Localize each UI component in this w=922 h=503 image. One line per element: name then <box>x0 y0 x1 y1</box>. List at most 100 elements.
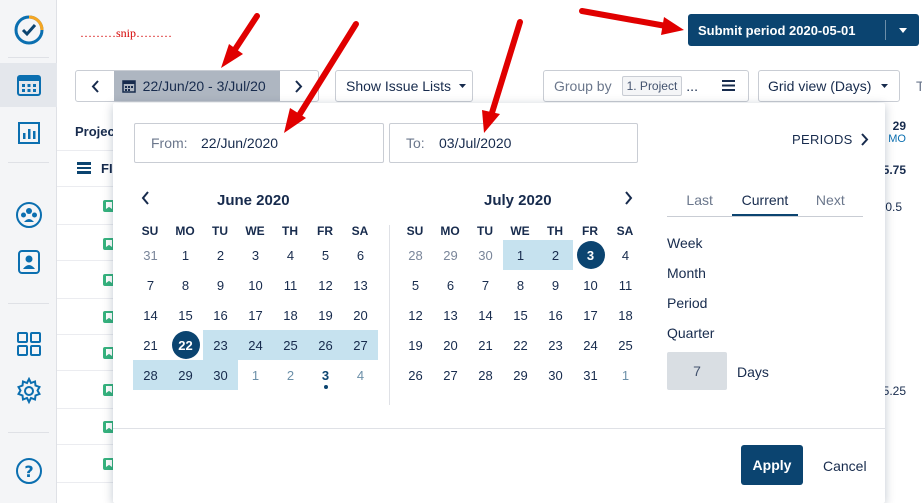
calendar-day[interactable]: 30 <box>203 360 238 390</box>
calendar-day[interactable]: 20 <box>343 300 378 330</box>
to-date-field[interactable]: To: 03/Jul/2020 <box>389 123 638 163</box>
calendar-day[interactable]: 2 <box>273 360 308 390</box>
calendar-day[interactable]: 23 <box>203 330 238 360</box>
calendar-day[interactable]: 5 <box>398 270 433 300</box>
calendar-day[interactable]: 17 <box>573 300 608 330</box>
tab-next[interactable]: Next <box>798 189 863 216</box>
calendar-day[interactable]: 15 <box>168 300 203 330</box>
logo-check-icon[interactable] <box>0 8 57 52</box>
calendar-day[interactable]: 1 <box>168 240 203 270</box>
help-icon[interactable]: ? <box>0 449 57 493</box>
team-icon[interactable] <box>0 193 57 237</box>
calendar-day[interactable]: 26 <box>308 330 343 360</box>
calendar-day[interactable]: 6 <box>433 270 468 300</box>
calendar-day[interactable]: 12 <box>398 300 433 330</box>
calendar-day[interactable]: 21 <box>133 330 168 360</box>
calendar-day[interactable]: 16 <box>203 300 238 330</box>
calendar-day[interactable]: 24 <box>573 330 608 360</box>
calendar-day[interactable]: 2 <box>538 240 573 270</box>
calendar-day[interactable]: 8 <box>503 270 538 300</box>
period-option-month[interactable]: Month <box>667 265 706 281</box>
calendar-day[interactable]: 31 <box>573 360 608 390</box>
from-date-value[interactable]: 22/Jun/2020 <box>201 135 278 151</box>
calendar-day[interactable]: 6 <box>343 240 378 270</box>
calendar-day[interactable]: 2 <box>203 240 238 270</box>
calendar-day[interactable]: 29 <box>433 240 468 270</box>
calendar-day[interactable]: 11 <box>608 270 643 300</box>
calendar-day[interactable]: 21 <box>468 330 503 360</box>
calendar-day[interactable]: 30 <box>538 360 573 390</box>
calendar-day[interactable]: 14 <box>468 300 503 330</box>
calendar-day[interactable]: 28 <box>398 240 433 270</box>
calendar-day[interactable]: 27 <box>433 360 468 390</box>
apps-grid-icon[interactable] <box>0 322 57 366</box>
period-option-period[interactable]: Period <box>667 295 707 311</box>
submit-period-button[interactable]: Submit period 2020-05-01 <box>688 14 919 46</box>
cancel-button[interactable]: Cancel <box>823 458 867 474</box>
calendar-day[interactable]: 15 <box>503 300 538 330</box>
calendar-day[interactable]: 27 <box>343 330 378 360</box>
report-icon[interactable] <box>0 111 57 155</box>
period-option-week[interactable]: Week <box>667 235 703 251</box>
gear-icon[interactable] <box>0 369 57 413</box>
next-month-button[interactable] <box>624 191 633 210</box>
calendar-day[interactable]: 7 <box>468 270 503 300</box>
grid-view-dropdown[interactable]: Grid view (Days) <box>758 70 900 102</box>
calendar-day[interactable]: 3 <box>573 240 608 270</box>
calendar-day[interactable]: 1 <box>503 240 538 270</box>
calendar-day[interactable]: 4 <box>343 360 378 390</box>
calendar-day[interactable]: 13 <box>433 300 468 330</box>
calendar-day[interactable]: 28 <box>468 360 503 390</box>
tab-current[interactable]: Current <box>732 189 798 216</box>
calendar-day[interactable]: 28 <box>133 360 168 390</box>
next-range-button[interactable] <box>280 71 318 101</box>
to-date-value[interactable]: 03/Jul/2020 <box>439 135 511 151</box>
calendar-day[interactable]: 30 <box>468 240 503 270</box>
from-date-field[interactable]: From: 22/Jun/2020 <box>134 123 384 163</box>
calendar-day[interactable]: 22 <box>168 330 203 360</box>
calendar-day[interactable]: 18 <box>273 300 308 330</box>
calendar-day[interactable]: 31 <box>133 240 168 270</box>
calendar-day[interactable]: 29 <box>503 360 538 390</box>
previous-month-button[interactable] <box>141 191 150 210</box>
period-option-quarter[interactable]: Quarter <box>667 325 714 341</box>
calendar-day[interactable]: 1 <box>238 360 273 390</box>
calendar-day[interactable]: 22 <box>503 330 538 360</box>
group-by-control[interactable]: Group by 1. Project ... <box>543 70 749 102</box>
calendar-day[interactable]: 19 <box>308 300 343 330</box>
calendar-day[interactable]: 23 <box>538 330 573 360</box>
calendar-day[interactable]: 26 <box>398 360 433 390</box>
calendar-day[interactable]: 25 <box>608 330 643 360</box>
group-chip-project[interactable]: 1. Project <box>621 76 683 96</box>
calendar-day[interactable]: 10 <box>238 270 273 300</box>
calendar-day[interactable]: 5 <box>308 240 343 270</box>
calendar-day[interactable]: 11 <box>273 270 308 300</box>
menu-lines-icon[interactable] <box>721 78 735 94</box>
show-issue-lists-dropdown[interactable]: Show Issue Lists <box>335 70 473 102</box>
calendar-day[interactable]: 19 <box>398 330 433 360</box>
calendar-day[interactable]: 9 <box>538 270 573 300</box>
caret-down-icon[interactable] <box>886 27 919 33</box>
calendar-day[interactable]: 4 <box>273 240 308 270</box>
user-card-icon[interactable] <box>0 240 57 284</box>
calendar-day[interactable]: 12 <box>308 270 343 300</box>
calendar-day[interactable]: 10 <box>573 270 608 300</box>
calendar-day[interactable]: 1 <box>608 360 643 390</box>
date-range-button[interactable]: 22/Jun/20 - 3/Jul/20 <box>113 71 281 101</box>
calendar-day[interactable]: 7 <box>133 270 168 300</box>
calendar-day[interactable]: 13 <box>343 270 378 300</box>
tab-last[interactable]: Last <box>667 189 732 216</box>
calendar-icon[interactable] <box>0 63 57 107</box>
calendar-day[interactable]: 20 <box>433 330 468 360</box>
calendar-day[interactable]: 18 <box>608 300 643 330</box>
apply-button[interactable]: Apply <box>741 445 803 485</box>
calendar-day[interactable]: 9 <box>203 270 238 300</box>
periods-toggle[interactable]: PERIODS <box>792 132 869 147</box>
calendar-day[interactable]: 29 <box>168 360 203 390</box>
days-count-input[interactable]: 7 <box>667 352 727 390</box>
calendar-day[interactable]: 8 <box>168 270 203 300</box>
calendar-day[interactable]: 14 <box>133 300 168 330</box>
calendar-day[interactable]: 24 <box>238 330 273 360</box>
previous-range-button[interactable] <box>76 71 114 101</box>
calendar-day[interactable]: 4 <box>608 240 643 270</box>
